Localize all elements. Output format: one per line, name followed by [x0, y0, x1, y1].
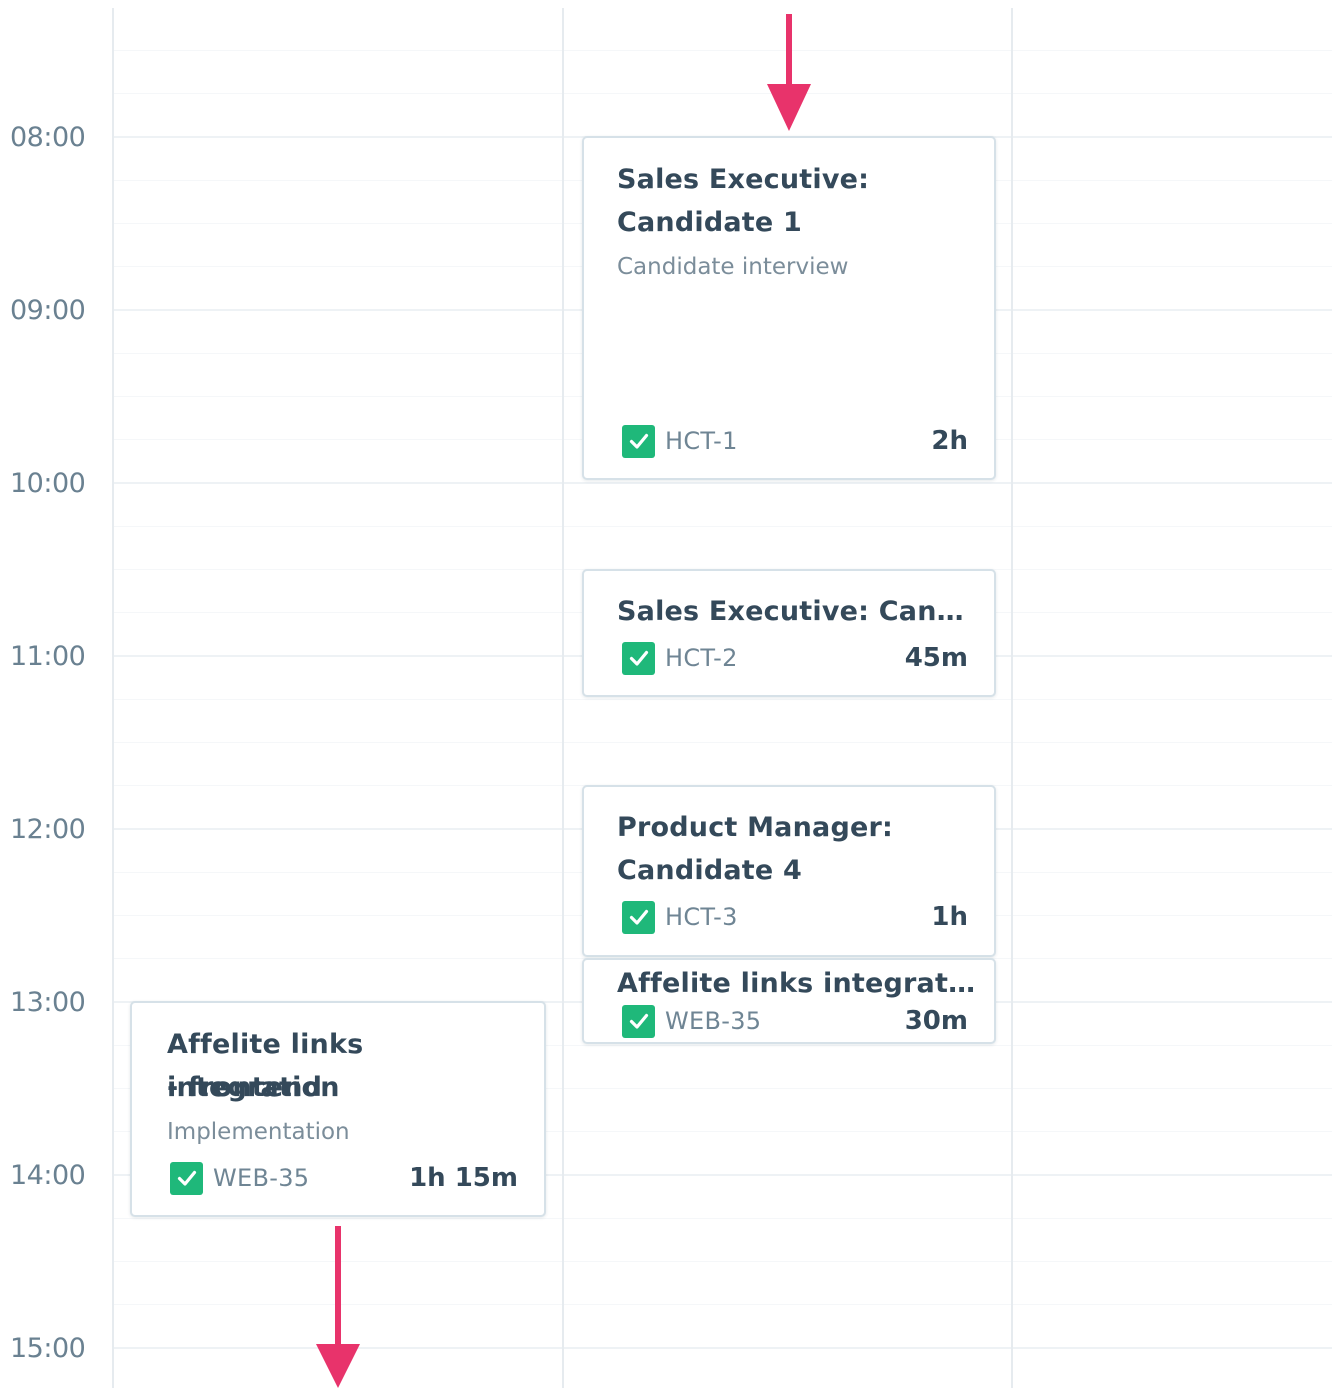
- event-card[interactable]: Affelite links integratio... WEB-35 30m: [582, 958, 996, 1044]
- grid-line: [114, 1304, 1332, 1305]
- grid-line: [114, 526, 1332, 527]
- event-title-line: Sales Executive:: [617, 164, 870, 195]
- grid-line: [114, 50, 1332, 51]
- hour-line: [114, 482, 1332, 484]
- event-duration: 1h: [931, 902, 968, 932]
- task-key[interactable]: WEB-35: [665, 1007, 761, 1035]
- time-label-1500: 15:00: [10, 1333, 86, 1364]
- time-label-1000: 10:00: [10, 468, 86, 499]
- task-key[interactable]: HCT-3: [665, 903, 738, 931]
- grid-line: [114, 699, 1332, 700]
- time-label-0800: 08:00: [10, 122, 86, 153]
- event-footer: HCT-3 1h: [622, 900, 968, 934]
- time-label-1200: 12:00: [10, 814, 86, 845]
- event-title: Affelite links integratio...: [617, 968, 976, 999]
- event-card[interactable]: Product Manager: Candidate 4 HCT-3 1h: [582, 785, 996, 957]
- checkbox-checked-icon[interactable]: [170, 1161, 203, 1195]
- event-duration: 2h: [931, 426, 968, 456]
- event-title-line: Product Manager:: [617, 812, 893, 843]
- event-card[interactable]: Affelite links integration - frontend Im…: [130, 1001, 546, 1217]
- event-footer: WEB-35 30m: [622, 1004, 968, 1038]
- event-subtitle: Implementation: [167, 1119, 350, 1145]
- event-card[interactable]: Sales Executive: Candidate 1 Candidate i…: [582, 136, 996, 480]
- event-duration: 1h 15m: [409, 1163, 518, 1193]
- task-key[interactable]: HCT-1: [665, 427, 738, 455]
- event-card[interactable]: Sales Executive: Candid... HCT-2 45m: [582, 569, 996, 697]
- event-duration: 30m: [904, 1006, 968, 1036]
- grid-line: [114, 1218, 1332, 1219]
- time-label-1100: 11:00: [10, 641, 86, 672]
- time-label-0900: 09:00: [10, 295, 86, 326]
- checkbox-checked-icon[interactable]: [622, 900, 655, 934]
- event-footer: HCT-2 45m: [622, 641, 968, 675]
- calendar-day-view: 08:00 09:00 10:00 11:00 12:00 13:00 14:0…: [0, 0, 1332, 1388]
- time-label-1400: 14:00: [10, 1160, 86, 1191]
- column-divider: [562, 8, 564, 1388]
- column-divider: [112, 8, 114, 1388]
- checkbox-checked-icon[interactable]: [622, 424, 655, 458]
- checkbox-checked-icon[interactable]: [622, 1004, 655, 1038]
- task-key[interactable]: HCT-2: [665, 644, 738, 672]
- grid-line: [114, 93, 1332, 94]
- event-title-line: Candidate 4: [617, 855, 802, 886]
- checkbox-checked-icon[interactable]: [622, 641, 655, 675]
- arrow-down-icon: [316, 1226, 360, 1388]
- arrow-down-icon: [767, 14, 811, 131]
- event-title-line: - frontend: [167, 1072, 323, 1103]
- event-footer: HCT-1 2h: [622, 424, 968, 458]
- grid-line: [114, 742, 1332, 743]
- task-key[interactable]: WEB-35: [213, 1164, 309, 1192]
- event-title: Sales Executive: Candid...: [617, 596, 976, 627]
- event-subtitle: Candidate interview: [617, 254, 849, 280]
- time-label-1300: 13:00: [10, 987, 86, 1018]
- column-divider: [1011, 8, 1013, 1388]
- hour-line: [114, 1347, 1332, 1349]
- event-footer: WEB-35 1h 15m: [170, 1161, 518, 1195]
- grid-line: [114, 1261, 1332, 1262]
- event-duration: 45m: [904, 643, 968, 673]
- event-title-line: Candidate 1: [617, 207, 802, 238]
